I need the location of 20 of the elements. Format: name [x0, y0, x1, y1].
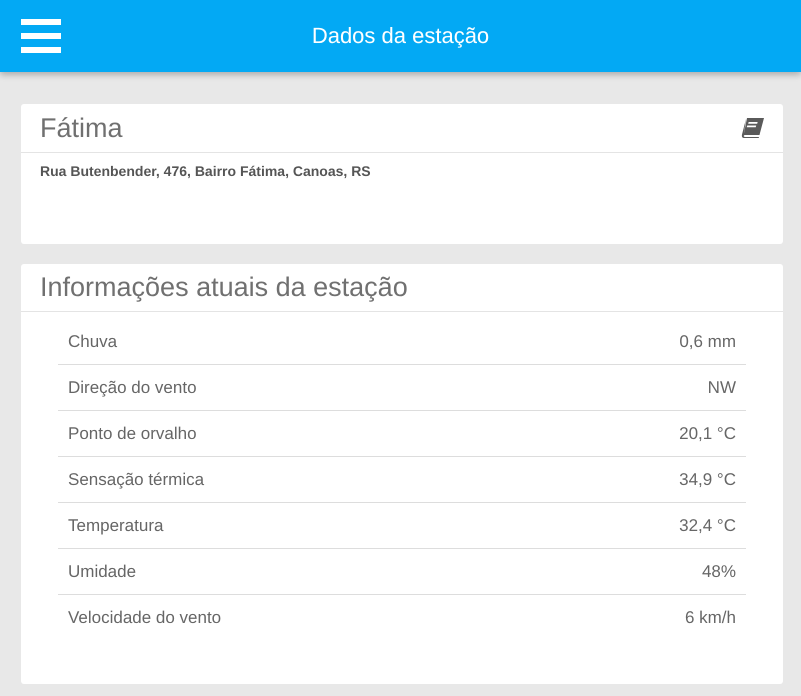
page-title: Dados da estação — [312, 23, 490, 49]
section-title: Informações atuais da estação — [40, 272, 408, 303]
station-address: Rua Butenbender, 476, Bairro Fátima, Canoas, RS — [40, 163, 372, 179]
table-cell: Direção do vento — [68, 378, 197, 398]
table-cell: Sensação térmica — [68, 470, 204, 490]
table-cell: 34,9 °C — [679, 470, 736, 490]
table-cell: 0,6 mm — [679, 332, 736, 352]
table-cell: Ponto de orvalho — [68, 424, 197, 444]
table-cell: Velocidade do vento — [68, 608, 222, 628]
table-cell: Umidade — [68, 562, 136, 582]
table-cell: 48% — [702, 562, 736, 582]
table-cell: 32,4 °C — [679, 516, 736, 536]
table-cell: 20,1 °C — [679, 424, 736, 444]
table-cell: Chuva — [68, 332, 118, 352]
book-icon[interactable] — [741, 117, 765, 139]
table-cell: Temperatura — [68, 516, 164, 536]
station-name: Fátima — [40, 112, 123, 144]
menu-icon[interactable] — [21, 19, 61, 53]
table-cell: 6 km/h — [684, 608, 736, 628]
table-cell: NW — [708, 378, 736, 398]
